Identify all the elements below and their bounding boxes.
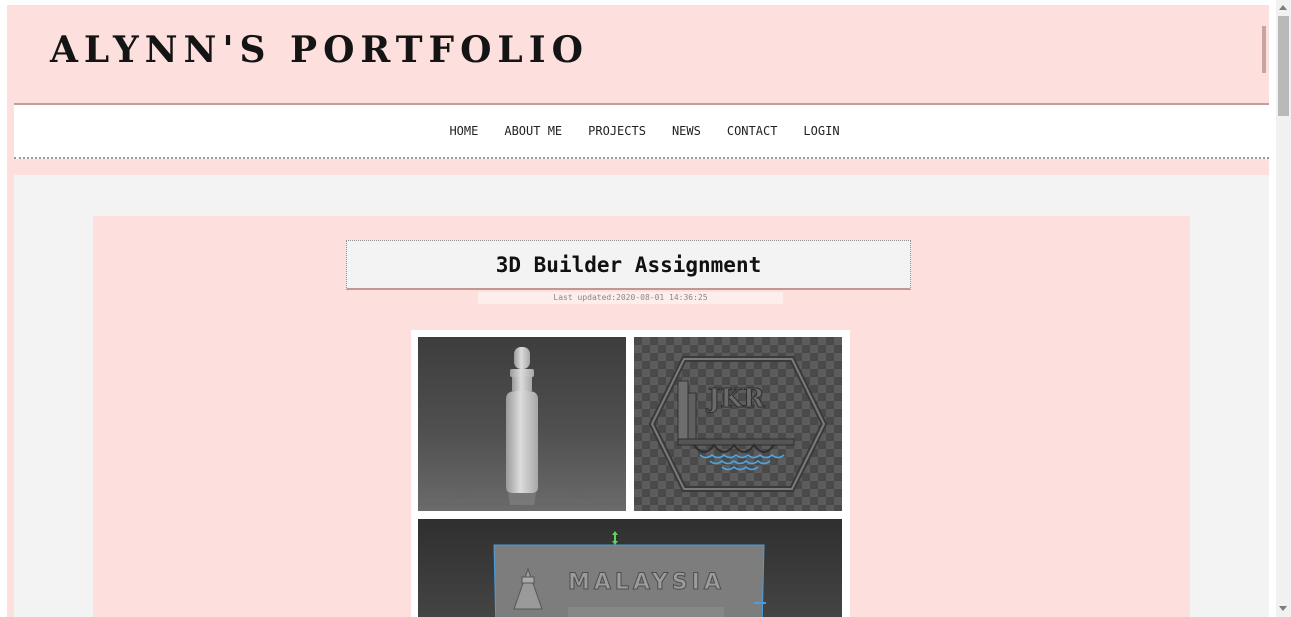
jkr-logo-render: JKR (648, 356, 828, 492)
main-navigation: HOME ABOUT ME PROJECTS NEWS CONTACT LOGI… (14, 103, 1269, 159)
nav-item-home[interactable]: HOME (449, 124, 478, 138)
dropper-bottle-image[interactable] (418, 337, 626, 511)
nav-item-news[interactable]: NEWS (672, 124, 701, 138)
scroll-down-arrow-icon[interactable] (1279, 606, 1287, 611)
last-updated-label: Last updated: (553, 293, 617, 302)
scroll-up-arrow-icon[interactable] (1279, 5, 1287, 10)
content-area: 3D Builder Assignment Last updated:2020-… (14, 175, 1269, 617)
malaysia-text: MALAYSIA (568, 570, 725, 595)
malaysia-airports-render: MALAYSIA (493, 531, 766, 617)
nav-item-contact[interactable]: CONTACT (727, 124, 778, 138)
site-title[interactable]: ALYNN'S PORTFOLIO (50, 29, 589, 71)
post-title: 3D Builder Assignment (346, 240, 911, 290)
dropper-bottle-render (418, 347, 626, 511)
nav-item-projects[interactable]: PROJECTS (588, 124, 646, 138)
vertical-scrollbar[interactable] (1276, 0, 1291, 617)
nav-item-login[interactable]: LOGIN (803, 124, 839, 138)
image-gallery: JKR MALAYSIA (411, 330, 850, 617)
jkr-logo-image[interactable]: JKR (634, 337, 842, 511)
malaysia-airports-image[interactable]: MALAYSIA (418, 519, 842, 617)
last-updated-value: 2020-08-01 14:36:25 (616, 293, 708, 302)
scroll-thumb[interactable] (1278, 16, 1289, 116)
post-card: 3D Builder Assignment Last updated:2020-… (93, 216, 1190, 617)
jkr-logo-text: JKR (706, 384, 765, 414)
nav-item-about-me[interactable]: ABOUT ME (504, 124, 562, 138)
header-decoration (1262, 26, 1266, 73)
last-updated: Last updated:2020-08-01 14:36:25 (478, 292, 783, 304)
page-viewport: ALYNN'S PORTFOLIO HOME ABOUT ME PROJECTS… (7, 5, 1269, 617)
